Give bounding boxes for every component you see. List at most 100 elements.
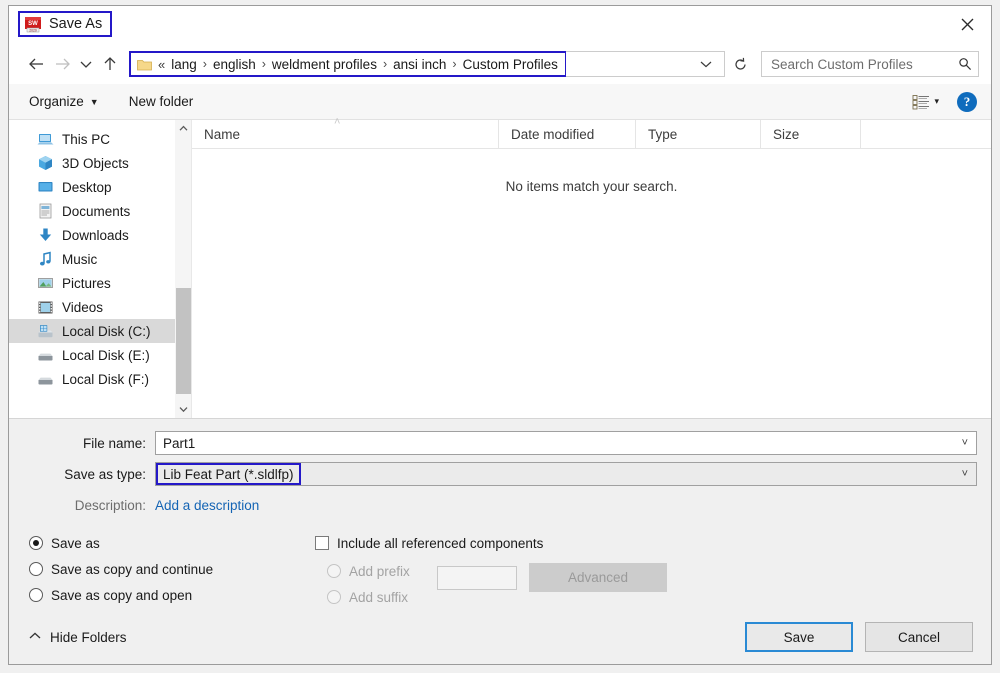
chevron-down-icon[interactable]: ˅ <box>954 468 976 480</box>
sidebar-item-label: 3D Objects <box>62 155 129 171</box>
breadcrumb-area: « lang › english › weldment profiles › a… <box>129 51 725 77</box>
save-as-dialog: SW 2020 Save As « lang › english › weldm… <box>8 5 992 665</box>
radio-label: Save as <box>51 535 100 551</box>
checkbox-include-all-referenced-components[interactable]: Include all referenced components <box>311 530 977 556</box>
music-note-icon <box>37 251 54 268</box>
save-button[interactable]: Save <box>745 622 853 652</box>
chevron-down-icon[interactable] <box>175 401 192 418</box>
system-drive-icon <box>37 323 54 340</box>
empty-list-message: No items match your search. <box>505 179 678 194</box>
column-label: Type <box>648 126 678 142</box>
search-icon[interactable] <box>958 57 972 71</box>
screen: SW 2020 Save As « lang › english › weldm… <box>0 0 1000 673</box>
checkbox-indicator <box>315 536 329 550</box>
sidebar-item-label: Desktop <box>62 179 112 195</box>
window-title-group: SW 2020 Save As <box>18 11 113 37</box>
download-arrow-icon <box>37 227 54 244</box>
picture-icon <box>37 275 54 292</box>
save-as-type-label: Save as type: <box>64 466 146 482</box>
save-as-type-select[interactable]: Lib Feat Part (*.sldlfp) ˅ <box>155 462 977 486</box>
organize-button[interactable]: Organize ▼ <box>29 94 99 109</box>
search-input[interactable]: Search Custom Profiles <box>761 51 979 77</box>
sidebar-item-music[interactable]: Music <box>9 247 175 271</box>
sidebar-item-videos[interactable]: Videos <box>9 295 175 319</box>
radio-indicator <box>29 588 43 602</box>
chevron-up-icon[interactable] <box>175 120 192 137</box>
radio-indicator <box>29 562 43 576</box>
sidebar-item-local-disk-f[interactable]: Local Disk (F:) <box>9 367 175 391</box>
sidebar-item-documents[interactable]: Documents <box>9 199 175 223</box>
close-icon[interactable] <box>945 8 989 40</box>
forward-arrow-icon <box>49 51 75 77</box>
sidebar-item-3d-objects[interactable]: 3D Objects <box>9 151 175 175</box>
recent-locations-icon[interactable] <box>75 51 97 77</box>
navigation-pane: This PC 3D Objects Desktop Documents Dow… <box>9 120 175 418</box>
view-options-caret-icon[interactable]: ▾ <box>934 96 939 107</box>
document-icon <box>37 203 54 220</box>
up-arrow-icon[interactable] <box>97 51 123 77</box>
breadcrumb-item-custom-profiles[interactable]: Custom Profiles <box>463 57 558 72</box>
options-area: Save as Save as copy and continue Save a… <box>23 522 977 610</box>
cancel-button[interactable]: Cancel <box>865 622 973 652</box>
breadcrumb[interactable]: « lang › english › weldment profiles › a… <box>129 51 567 77</box>
breadcrumb-item-english[interactable]: english <box>213 57 256 72</box>
column-header-date-modified[interactable]: Date modified <box>499 120 636 148</box>
scrollbar-thumb[interactable] <box>176 288 191 394</box>
title-bar: SW 2020 Save As <box>9 6 991 44</box>
description-row: Description: Add a description <box>23 491 977 519</box>
navigation-pane-scrollbar[interactable] <box>175 120 192 418</box>
column-header-filler <box>861 120 991 148</box>
breadcrumb-item-weldment-profiles[interactable]: weldment profiles <box>272 57 377 72</box>
breadcrumb-separator: › <box>261 57 266 71</box>
refresh-icon[interactable] <box>727 51 753 77</box>
search-placeholder: Search Custom Profiles <box>771 56 913 72</box>
column-header-size[interactable]: Size <box>761 120 861 148</box>
save-as-type-row: Save as type: Lib Feat Part (*.sldlfp) ˅ <box>23 460 977 488</box>
breadcrumb-separator: › <box>382 57 388 71</box>
breadcrumb-item-ansi-inch[interactable]: ansi inch <box>393 57 446 72</box>
description-label: Description: <box>74 497 146 513</box>
breadcrumb-overflow[interactable]: « <box>158 57 165 72</box>
sidebar-item-label: Local Disk (E:) <box>62 347 150 363</box>
solidworks-icon: SW 2020 <box>24 15 42 33</box>
new-folder-button[interactable]: New folder <box>129 94 194 109</box>
chevron-down-icon[interactable] <box>696 57 716 71</box>
radio-label: Save as copy and continue <box>51 561 214 577</box>
sidebar-item-label: Pictures <box>62 275 111 291</box>
chevron-down-icon[interactable]: ˅ <box>954 437 976 449</box>
add-description-link[interactable]: Add a description <box>155 498 259 513</box>
back-arrow-icon[interactable] <box>23 51 49 77</box>
window-title: Save As <box>49 16 103 32</box>
radio-save-as-copy-and-open[interactable]: Save as copy and open <box>29 582 311 608</box>
sidebar-item-this-pc[interactable]: This PC <box>9 127 175 151</box>
save-form: File name: Part1 ˅ Save as type: Lib Fea… <box>9 418 991 610</box>
address-bar-blank[interactable] <box>565 51 725 77</box>
reference-options: Include all referenced components Add pr… <box>311 530 977 610</box>
sidebar-item-pictures[interactable]: Pictures <box>9 271 175 295</box>
view-layout-icon[interactable] <box>912 94 930 110</box>
dialog-footer: Hide Folders Save Cancel <box>9 610 991 664</box>
sidebar-item-downloads[interactable]: Downloads <box>9 223 175 247</box>
column-header-type[interactable]: Type <box>636 120 761 148</box>
sidebar-item-label: Local Disk (C:) <box>62 323 151 339</box>
sidebar-item-local-disk-c[interactable]: Local Disk (C:) <box>9 319 175 343</box>
file-name-input[interactable]: Part1 ˅ <box>155 431 977 455</box>
drive-icon <box>37 371 54 388</box>
hide-folders-label: Hide Folders <box>50 629 127 645</box>
hide-folders-button[interactable]: Hide Folders <box>29 630 127 645</box>
breadcrumb-item-lang[interactable]: lang <box>171 57 197 72</box>
sidebar-item-local-disk-e[interactable]: Local Disk (E:) <box>9 343 175 367</box>
radio-label: Add suffix <box>349 589 409 605</box>
radio-save-as[interactable]: Save as <box>29 530 311 556</box>
column-header-name[interactable]: Name ˄ <box>192 116 499 148</box>
cube-icon <box>37 155 54 172</box>
radio-save-as-copy-and-continue[interactable]: Save as copy and continue <box>29 556 311 582</box>
desktop-icon <box>37 179 54 196</box>
breadcrumb-separator: › <box>202 57 207 71</box>
sidebar-item-label: Music <box>62 251 98 267</box>
sidebar-item-desktop[interactable]: Desktop <box>9 175 175 199</box>
dialog-body: This PC 3D Objects Desktop Documents Dow… <box>9 116 991 418</box>
sidebar-item-label: Documents <box>62 203 131 219</box>
help-button[interactable]: ? <box>957 91 977 112</box>
file-list-pane: Name ˄ Date modified Type Size No items … <box>192 116 991 418</box>
